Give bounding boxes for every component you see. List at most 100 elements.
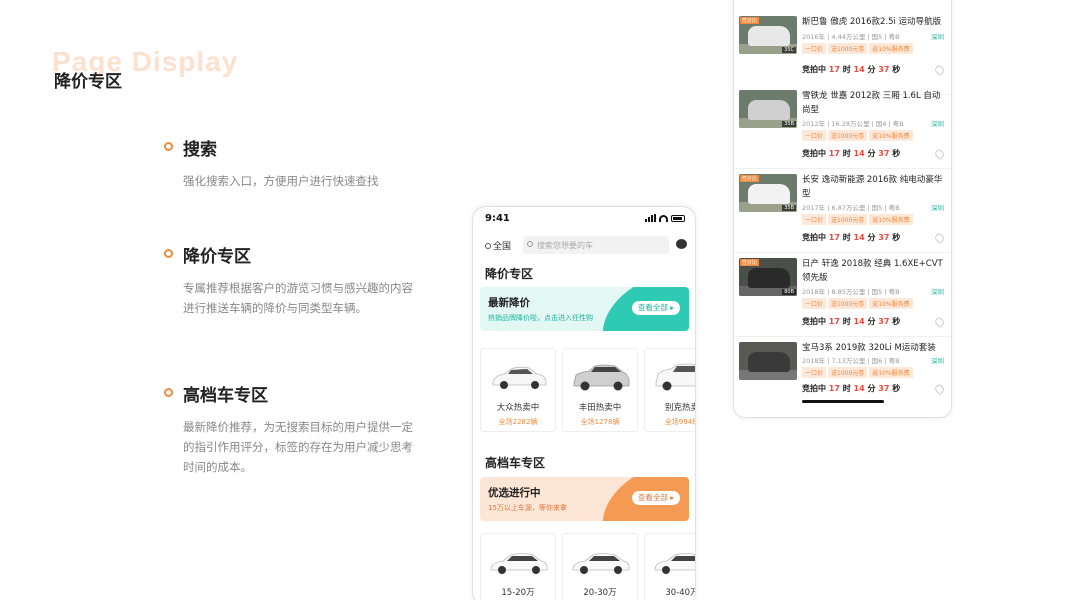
location-label: 全国 [493,242,512,252]
listing-item[interactable]: 性价比 35B 长安 逸动新能源 2016款 纯电动豪华 型 2017年 | 6… [734,169,951,253]
feature-title: 搜索 [183,140,217,160]
price-range-label: 15-20万 [501,588,535,598]
search-row: 全国 搜索您想要的车 [473,234,695,256]
auction-countdown: 竞拍中 17 时 14 分 37 秒 [802,65,901,74]
listing-title: 宝马3系 2019款 320Li M运动套装 [802,343,936,353]
home-indicator [802,400,884,403]
thumb-code: 80B [782,289,796,295]
listing-city: 深圳 [931,288,944,296]
car-image [573,364,630,391]
search-placeholder: 搜索您想要的车 [537,241,593,250]
thumb-tag: 性价比 [740,175,760,182]
tag-rebate: 返10%服务费 [869,130,913,141]
feature-title: 高档车专区 [183,386,268,406]
auction-countdown: 竞拍中 17 时 14 分 37 秒 [802,384,901,393]
car-image [572,553,630,574]
thumb-code: 35B [782,121,796,127]
listing-title: 长安 逸动新能源 2016款 纯电动豪华 型 [802,175,943,199]
listing-meta: 2017年 | 6.87万公里 | 国5 | 粤B [802,204,900,212]
car-card-count: 全场1278辆 [580,418,620,426]
listing-tags: 一口价 送1000元卷 返10%服务费 [802,214,913,225]
price-range-card[interactable]: 30-40万 [644,533,696,600]
favorite-heart-icon[interactable] [933,63,946,77]
feature-desc: 强化搜索入口，方便用户进行快速查找 [183,174,379,188]
listing-title: 雪铁龙 世嘉 2012款 三厢 1.6L 自动 尚型 [802,91,941,115]
listing-item[interactable]: 35B 雪铁龙 世嘉 2012款 三厢 1.6L 自动 尚型 2012年 | 1… [734,85,951,169]
banner-premium-selection[interactable]: 优选进行中 15万以上车源，等你来拿 查看全部 ▸ [480,477,689,521]
thumb-code: 35B [782,205,796,211]
listing-item[interactable]: 性价比 35C 斯巴鲁 傲虎 2016款2.5i 运动导航版 2016年 | 4… [734,11,951,95]
favorite-heart-icon[interactable] [933,315,946,329]
price-range-label: 30-40万 [665,588,696,598]
favorite-heart-icon[interactable] [933,147,946,161]
tag-rebate: 返10%服务费 [869,367,913,378]
favorite-heart-icon[interactable] [933,382,946,396]
listing-city: 深圳 [931,120,944,128]
listing-meta: 2018年 | 8.85万公里 | 国5 | 粤B [802,288,900,296]
price-range-card[interactable]: 15-20万 [480,533,556,600]
banner-title: 最新降价 [488,297,530,309]
listing-item[interactable]: 宝马3系 2019款 320Li M运动套装 2018年 | 7.13万公里 |… [734,337,951,417]
car-card[interactable]: 大众热卖中 全场2282辆 [480,348,556,432]
listing-tags: 一口价 送1000元卷 返10%服务费 [802,367,913,378]
listing-thumbnail: 性价比 35B [739,174,797,212]
listing-title: 日产 轩逸 2018款 经典 1.6XE+CVT 领先版 [802,259,943,283]
tag-rebate: 返10%服务费 [869,43,913,54]
tag-coupon: 送1000元卷 [828,130,868,141]
view-all-button[interactable]: 查看全部 ▸ [631,491,680,505]
bullet-icon [164,142,173,151]
location-selector[interactable]: 全国 [485,239,511,252]
tag-coupon: 送1000元卷 [828,298,868,309]
listing-title: 斯巴鲁 傲虎 2016款2.5i 运动导航版 [802,17,942,27]
section-title-premium: 高档车专区 [485,456,546,470]
price-drop-cards: 大众热卖中 全场2282辆 丰田热卖中 全场1278辆 别克热卖 全场994辆 [480,348,696,432]
car-card[interactable]: 别克热卖 全场994辆 [644,348,696,432]
thumb-code: 35C [782,47,796,53]
tag-coupon: 送1000元卷 [828,367,868,378]
listing-thumbnail [739,342,797,380]
tag-rebate: 返10%服务费 [869,298,913,309]
car-card-count: 全场2282辆 [498,418,538,426]
wifi-icon [659,214,668,222]
banner-latest-price-drop[interactable]: 最新降价 热销品牌降价啦，点击进入任性购 查看全部 ▸ [480,287,689,331]
listing-meta: 2018年 | 7.13万公里 | 国6 | 粤B [802,357,900,365]
auction-countdown: 竞拍中 17 时 14 分 37 秒 [802,233,901,242]
auction-countdown: 竞拍中 17 时 14 分 37 秒 [802,317,901,326]
listing-city: 深圳 [931,33,944,41]
status-time: 9:41 [485,213,510,224]
listing-city: 深圳 [931,357,944,365]
car-card[interactable]: 丰田热卖中 全场1278辆 [562,348,638,432]
tag-fixed-price: 一口价 [802,43,827,54]
section-title-price-drop: 降价专区 [485,267,534,281]
listing-thumbnail: 性价比 35C [739,16,797,54]
listing-meta: 2012年 | 16.28万公里 | 国4 | 粤B [802,120,904,128]
signal-icon [645,214,656,222]
status-icons [645,214,685,222]
tag-fixed-price: 一口价 [802,130,827,141]
tag-coupon: 送1000元卷 [828,214,868,225]
location-pin-icon [485,242,491,249]
tag-coupon: 送1000元卷 [828,43,868,54]
car-card-name: 丰田热卖中 [578,403,622,413]
view-all-button[interactable]: 查看全部 ▸ [631,301,680,315]
feature-desc: 最新降价推荐，为无搜索目标的用户提供一定的指引作用评分，标签的存在为用户减少思考… [183,420,413,474]
phone-listing-screen: 性价比 35C 斯巴鲁 傲虎 2016款2.5i 运动导航版 2016年 | 4… [733,0,952,418]
banner-title: 优选进行中 [488,487,541,499]
car-image [655,363,695,391]
listing-tags: 一口价 送1000元卷 返10%服务费 [802,43,913,54]
favorite-heart-icon[interactable] [933,231,946,245]
banner-subtitle: 15万以上车源，等你来拿 [488,504,567,512]
search-input[interactable]: 搜索您想要的车 [523,236,669,254]
message-icon[interactable] [676,239,687,249]
listing-item[interactable]: 性价比 80B 日产 轩逸 2018款 经典 1.6XE+CVT 领先版 201… [734,253,951,337]
premium-price-cards: 15-20万 20-30万 30-40万 [480,533,696,600]
car-image [492,366,547,389]
car-card-name: 大众热卖中 [496,403,540,413]
listing-city: 深圳 [931,204,944,212]
bullet-icon [164,388,173,397]
price-range-card[interactable]: 20-30万 [562,533,638,600]
auction-countdown: 竞拍中 17 时 14 分 37 秒 [802,149,901,158]
car-card-count: 全场994辆 [664,418,696,426]
tag-rebate: 返10%服务费 [869,214,913,225]
listing-meta: 2016年 | 4.44万公里 | 国5 | 粤B [802,33,900,41]
